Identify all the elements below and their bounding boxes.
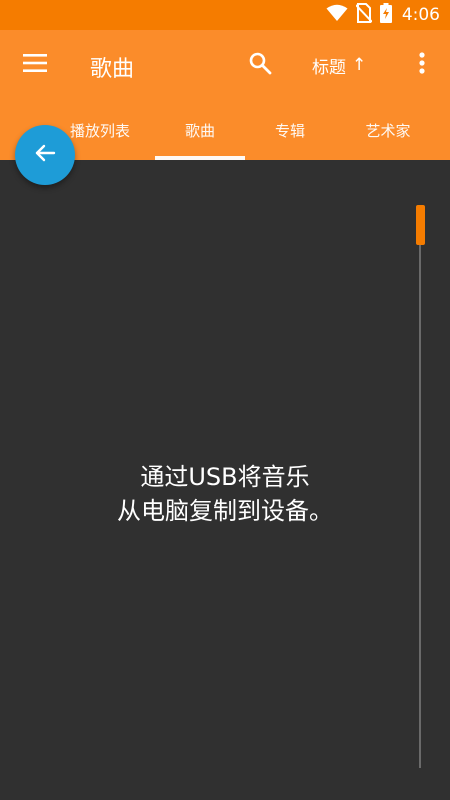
tab-label: 艺术家: [365, 121, 411, 140]
empty-state-line-1: 通过USB将音乐: [140, 463, 310, 491]
arrow-back-icon: [34, 142, 56, 168]
page-title: 歌曲: [90, 57, 135, 82]
menu-icon: [23, 54, 47, 76]
no-sim-icon: [355, 3, 373, 27]
search-button[interactable]: [240, 45, 280, 85]
status-icons: 4:06: [326, 0, 440, 30]
wifi-icon: [326, 4, 348, 26]
fast-scroll-track[interactable]: [419, 205, 421, 768]
fast-scroll-thumb[interactable]: [416, 205, 425, 245]
battery-charging-icon: [379, 3, 392, 27]
tab-label: 播放列表: [69, 121, 130, 140]
app-bar: 歌曲 标题 ↑: [0, 30, 450, 100]
tab-label: 专辑: [274, 121, 305, 140]
tab-songs[interactable]: 歌曲: [155, 100, 245, 160]
status-time: 4:06: [401, 5, 440, 25]
empty-state-message: 通过USB将音乐 从电脑复制到设备。: [0, 460, 450, 528]
sort-button[interactable]: 标题 ↑: [312, 48, 366, 82]
tab-label: 歌曲: [184, 121, 215, 140]
menu-button[interactable]: [14, 45, 56, 85]
tab-albums[interactable]: 专辑: [245, 100, 335, 160]
more-vert-icon: [419, 52, 425, 78]
status-bar: 4:06: [0, 0, 450, 30]
empty-state-line-2: 从电脑复制到设备。: [117, 497, 333, 525]
song-list-area: 通过USB将音乐 从电脑复制到设备。: [0, 160, 450, 800]
sort-arrow-icon: ↑: [352, 55, 367, 75]
tab-artists[interactable]: 艺术家: [335, 100, 441, 160]
sort-label: 标题: [312, 57, 346, 78]
back-button[interactable]: [15, 125, 75, 185]
search-icon: [248, 51, 272, 79]
more-options-button[interactable]: [406, 45, 438, 85]
